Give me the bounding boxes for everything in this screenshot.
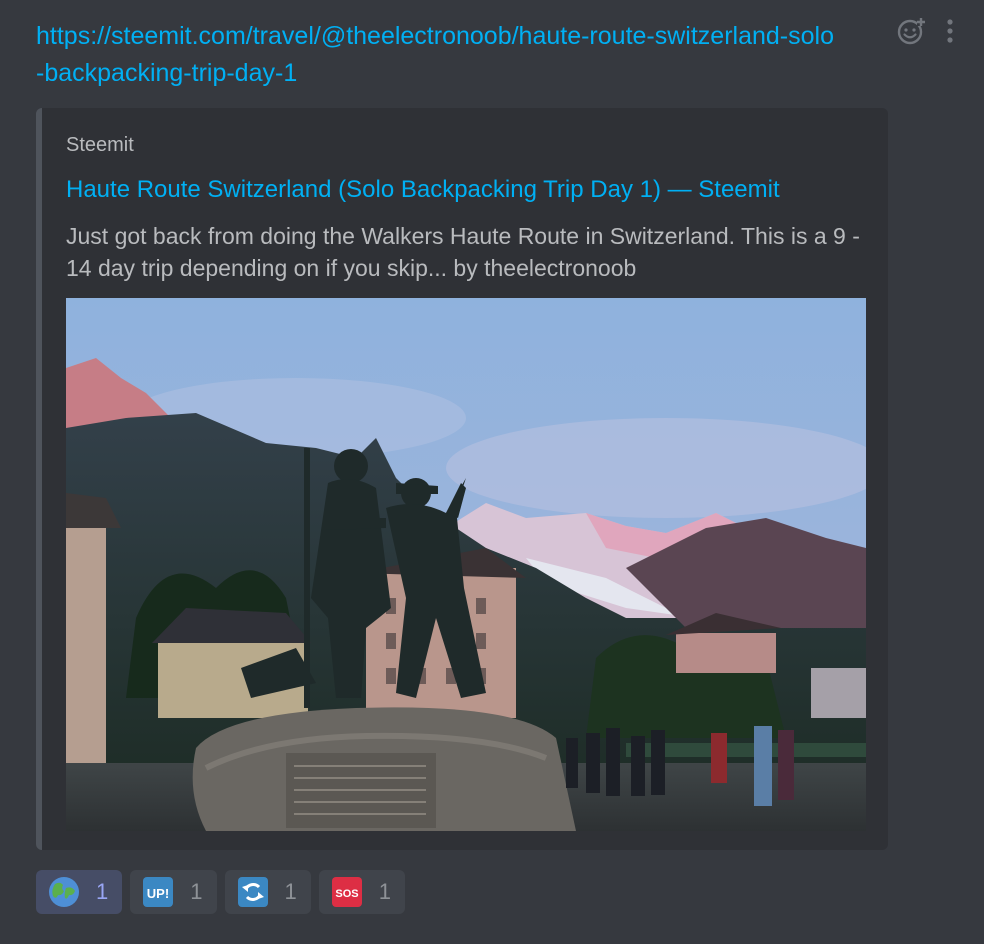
link-embed: Steemit Haute Route Switzerland (Solo Ba… xyxy=(36,108,888,850)
reaction-count: 1 xyxy=(378,879,391,904)
chat-message: https://steemit.com/travel/@theelectrono… xyxy=(0,0,984,944)
sos-icon: SOS xyxy=(331,877,362,907)
reaction-up[interactable]: UP! 1 xyxy=(130,870,217,914)
more-options-icon[interactable] xyxy=(946,18,954,44)
embed-provider[interactable]: Steemit xyxy=(66,134,134,157)
svg-text:SOS: SOS xyxy=(335,888,358,900)
message-link[interactable]: https://steemit.com/travel/@theelectrono… xyxy=(36,18,836,92)
message-actions xyxy=(896,16,954,46)
reaction-count: 1 xyxy=(96,879,109,904)
reactions-bar: 1 UP! 1 1 SOS 1 xyxy=(36,870,405,914)
reaction-count: 1 xyxy=(284,879,297,904)
up-icon: UP! xyxy=(143,877,174,907)
globe-icon xyxy=(49,877,79,907)
add-reaction-icon[interactable] xyxy=(896,16,926,46)
reaction-globe[interactable]: 1 xyxy=(36,870,123,914)
reaction-sos[interactable]: SOS 1 xyxy=(318,870,405,914)
embed-image[interactable] xyxy=(66,298,866,831)
embed-title[interactable]: Haute Route Switzerland (Solo Backpackin… xyxy=(66,176,780,204)
svg-text:UP!: UP! xyxy=(147,886,169,901)
arrows-counterclockwise-icon xyxy=(237,877,268,907)
reaction-arrows[interactable]: 1 xyxy=(224,870,311,914)
embed-description: Just got back from doing the Walkers Hau… xyxy=(66,223,860,281)
reaction-count: 1 xyxy=(190,879,203,904)
